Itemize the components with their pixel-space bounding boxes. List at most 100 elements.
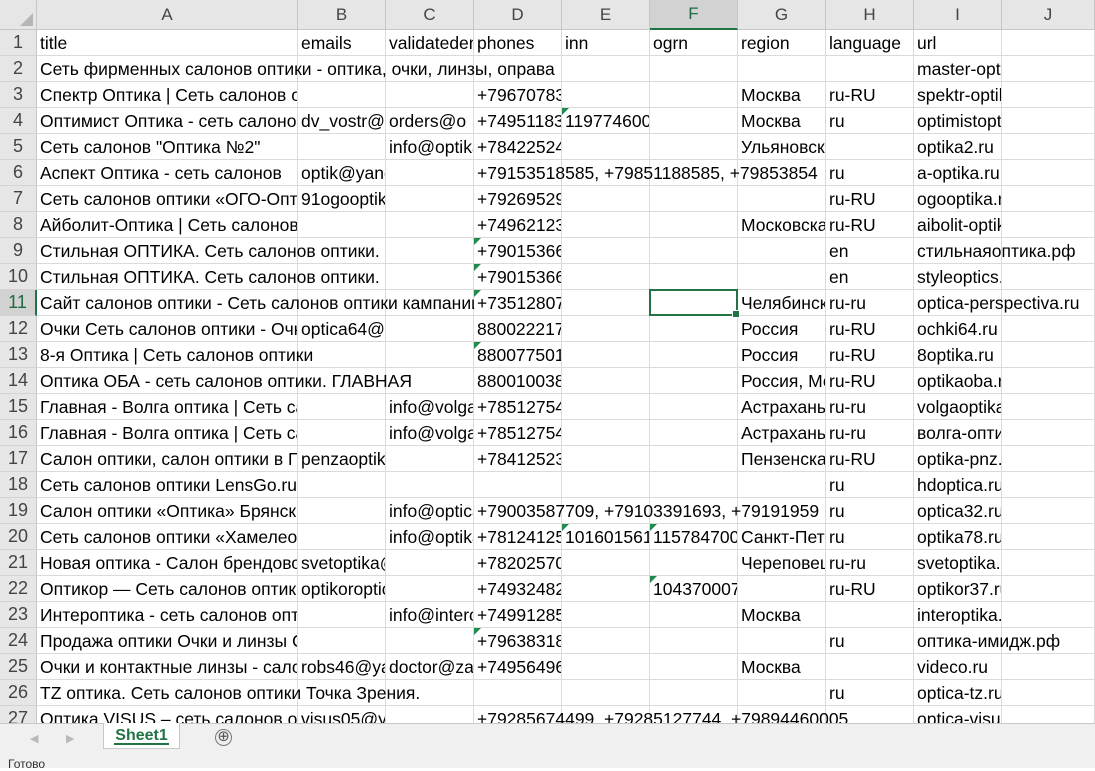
cell-i2[interactable]: master-optica.ru	[914, 56, 1001, 81]
cell-a27[interactable]: Оптика VISUS – сеть салонов оптики	[37, 706, 297, 723]
error-indicator-icon[interactable]	[562, 524, 569, 531]
cell-d24[interactable]: +79638318899	[474, 628, 561, 653]
column-header-a[interactable]: A	[37, 0, 298, 30]
cell-d14[interactable]: 88001003828, +74959811124	[474, 368, 561, 393]
row-header[interactable]: 26	[0, 680, 37, 706]
cell-f20[interactable]: 1157847000	[650, 524, 737, 549]
cell-a16[interactable]: Главная - Волга оптика | Сеть салонов оп…	[37, 420, 297, 445]
cell-b27[interactable]: visus05@yandex.ru	[298, 706, 385, 723]
row-header[interactable]: 19	[0, 498, 37, 524]
cell-i12[interactable]: ochki64.ru	[914, 316, 1001, 341]
row-header[interactable]: 17	[0, 446, 37, 472]
row-header[interactable]: 9	[0, 238, 37, 264]
cell-i25[interactable]: videco.ru	[914, 654, 1001, 679]
cell-g25[interactable]: Москва	[738, 654, 825, 679]
cell-a3[interactable]: Спектр Оптика | Сеть салонов оптики	[37, 82, 297, 107]
row-header[interactable]: 11	[0, 290, 37, 316]
cell-d20[interactable]: +78124125	[474, 524, 561, 549]
cell-a24[interactable]: Продажа оптики Очки и линзы Сеть салонов…	[37, 628, 297, 653]
cell-i24[interactable]: оптика-имидж.рф	[914, 628, 1095, 653]
cell-d22[interactable]: +74932482643, +74932	[474, 576, 561, 601]
cell-g8[interactable]: Московская	[738, 212, 825, 237]
row-header[interactable]: 2	[0, 56, 37, 82]
cell-d19[interactable]: +79003587709, +79103391693, +79191959	[474, 498, 1095, 523]
cell-h16[interactable]: ru-ru	[826, 420, 913, 445]
add-sheet-icon[interactable]: ⊕	[215, 729, 232, 746]
error-indicator-icon[interactable]	[474, 290, 481, 297]
active-cell-selection[interactable]	[649, 289, 740, 318]
column-header-j[interactable]: J	[1002, 0, 1095, 30]
cell-c19[interactable]: info@optica32.ru	[386, 498, 473, 523]
select-all-button[interactable]	[0, 0, 37, 30]
cell-b21[interactable]: svetoptika@gmail.com	[298, 550, 385, 575]
row-header[interactable]: 5	[0, 134, 37, 160]
column-header-h[interactable]: H	[826, 0, 914, 30]
cell-a17[interactable]: Салон оптики, салон оптики в Пензе	[37, 446, 297, 471]
cell-h15[interactable]: ru-ru	[826, 394, 913, 419]
cell-a7[interactable]: Сеть салонов оптики «ОГО-Оптика»	[37, 186, 297, 211]
cell-a23[interactable]: Интероптика - сеть салонов оптики	[37, 602, 297, 627]
cell-h7[interactable]: ru-RU	[826, 186, 913, 211]
cell-b1[interactable]: emails	[298, 30, 385, 55]
cell-i6[interactable]: a-optika.ru	[914, 160, 1001, 185]
cell-i16[interactable]: волга-оптика.рф	[914, 420, 1001, 445]
cell-i5[interactable]: optika2.ru	[914, 134, 1001, 159]
fill-handle[interactable]	[732, 310, 740, 318]
cell-h11[interactable]: ru-ru	[826, 290, 913, 315]
cell-i1[interactable]: url	[914, 30, 1001, 55]
cell-e1[interactable]: inn	[562, 30, 649, 55]
cell-g3[interactable]: Москва	[738, 82, 825, 107]
cell-d9[interactable]: +79015366411	[474, 238, 561, 263]
cell-h3[interactable]: ru-RU	[826, 82, 913, 107]
cell-d17[interactable]: +78412523348, +78412523350,	[474, 446, 561, 471]
cell-b25[interactable]: robs46@yandex.ru	[298, 654, 385, 679]
error-indicator-icon[interactable]	[474, 238, 481, 245]
cell-i3[interactable]: spektr-optika.ru	[914, 82, 1001, 107]
cell-g16[interactable]: Астрахань	[738, 420, 825, 445]
cell-h24[interactable]: ru	[826, 628, 913, 653]
error-indicator-icon[interactable]	[650, 524, 657, 531]
cell-g12[interactable]: Россия	[738, 316, 825, 341]
row-header[interactable]: 24	[0, 628, 37, 654]
cell-i23[interactable]: interoptika.ru	[914, 602, 1001, 627]
cell-g5[interactable]: Ульяновск	[738, 134, 825, 159]
error-indicator-icon[interactable]	[474, 342, 481, 349]
row-header[interactable]: 10	[0, 264, 37, 290]
cell-d15[interactable]: +78512754999, +78512290149,	[474, 394, 561, 419]
cell-d1[interactable]: phones	[474, 30, 561, 55]
cell-d8[interactable]: +74962123640, +74962127508,	[474, 212, 561, 237]
row-header[interactable]: 7	[0, 186, 37, 212]
row-header[interactable]: 25	[0, 654, 37, 680]
cell-a25[interactable]: Очки и контактные линзы - салон	[37, 654, 297, 679]
cell-b4[interactable]: dv_vostr@	[298, 108, 385, 133]
row-header[interactable]: 14	[0, 368, 37, 394]
cell-g14[interactable]: Россия, Москва	[738, 368, 825, 393]
cell-h1[interactable]: language	[826, 30, 913, 55]
cell-h8[interactable]: ru-RU	[826, 212, 913, 237]
row-header[interactable]: 13	[0, 342, 37, 368]
cell-h26[interactable]: ru	[826, 680, 913, 705]
error-indicator-icon[interactable]	[474, 264, 481, 271]
cell-g15[interactable]: Астрахань	[738, 394, 825, 419]
column-header-d[interactable]: D	[474, 0, 562, 30]
row-header[interactable]: 22	[0, 576, 37, 602]
row-header[interactable]: 20	[0, 524, 37, 550]
cell-i19[interactable]: optica32.ru	[914, 498, 1001, 523]
cell-a1[interactable]: title	[37, 30, 297, 55]
row-header[interactable]: 18	[0, 472, 37, 498]
row-header[interactable]: 12	[0, 316, 37, 342]
cell-g21[interactable]: Череповец	[738, 550, 825, 575]
spreadsheet-grid[interactable]: ABCDEFGHIJ 1titleemailsvalidatedemailspho…	[0, 0, 1095, 723]
cell-i8[interactable]: aibolit-optika.ru	[914, 212, 1001, 237]
cell-d13[interactable]: 88007750107	[474, 342, 561, 367]
cell-i17[interactable]: optika-pnz.ru	[914, 446, 1001, 471]
cell-d11[interactable]: +73512807493	[474, 290, 561, 315]
cell-d27[interactable]: +79285674499, +79285127744, +79894460005	[474, 706, 1095, 724]
column-header-g[interactable]: G	[738, 0, 826, 30]
cell-i27[interactable]: optica-visus.ru	[914, 706, 1001, 723]
cell-g13[interactable]: Россия	[738, 342, 825, 367]
row-header[interactable]: 23	[0, 602, 37, 628]
cell-i14[interactable]: optikaoba.ru	[914, 368, 1001, 393]
cell-g20[interactable]: Санкт-Петербург	[738, 524, 825, 549]
cell-i4[interactable]: optimistoptica.ru	[914, 108, 1001, 133]
